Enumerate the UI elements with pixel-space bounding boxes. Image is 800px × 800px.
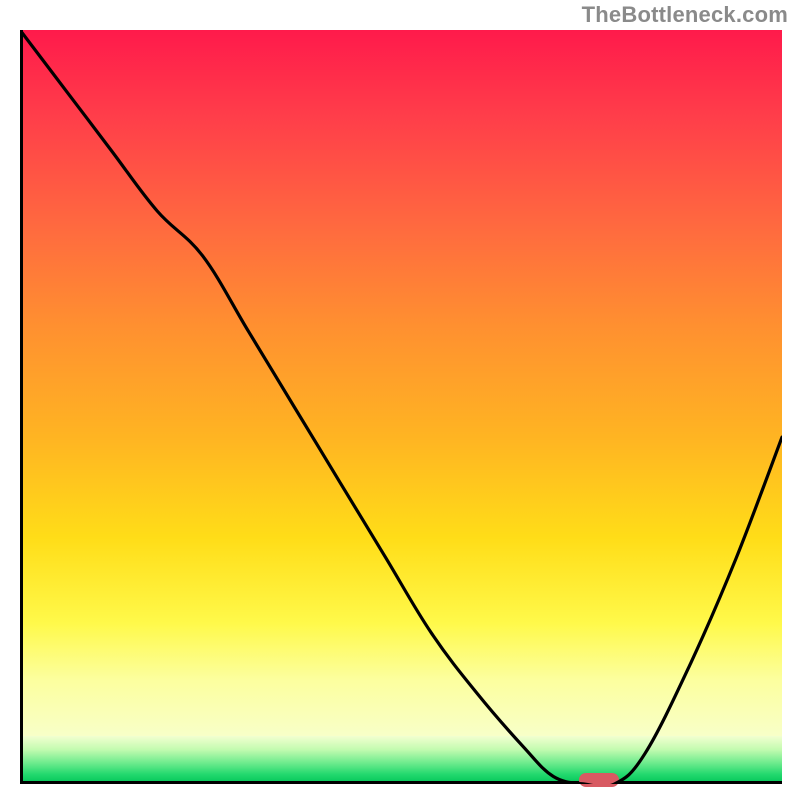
curve-svg bbox=[20, 30, 782, 784]
plot-area bbox=[20, 30, 782, 784]
bottleneck-curve bbox=[20, 30, 782, 784]
chart-container: TheBottleneck.com bbox=[0, 0, 800, 800]
watermark-text: TheBottleneck.com bbox=[582, 2, 788, 28]
